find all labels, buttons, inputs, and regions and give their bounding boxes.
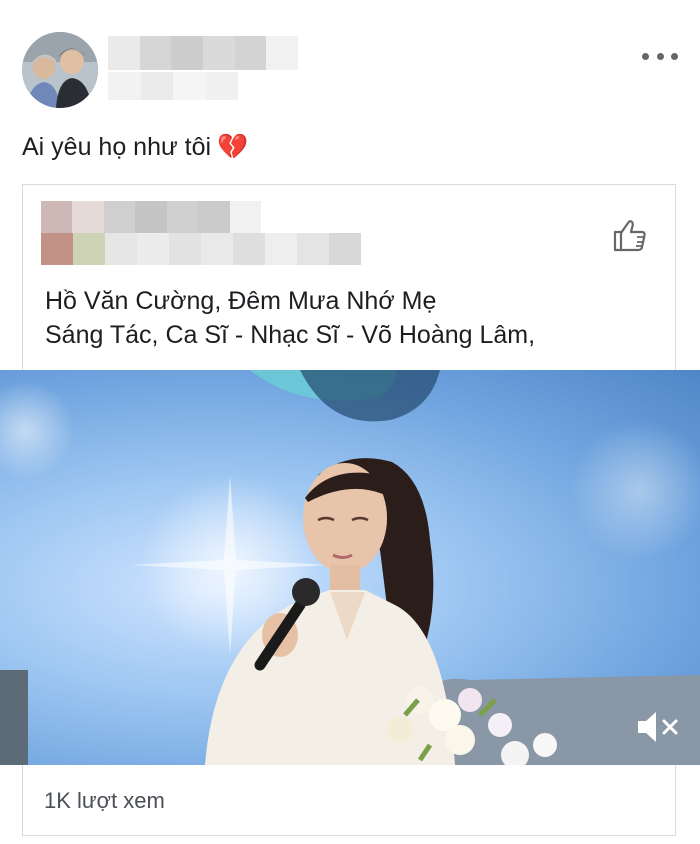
shared-text-line-2: Sáng Tác, Ca Sĩ - Nhạc Sĩ - Võ Hoàng Lâm… — [45, 321, 536, 349]
post-meta-blurred — [108, 72, 238, 100]
like-button[interactable] — [609, 215, 649, 255]
post-header — [0, 0, 700, 115]
caption-text: Ai yêu họ như tôi — [22, 133, 212, 161]
more-options-button[interactable] — [642, 44, 678, 68]
author-name-blurred — [108, 36, 298, 70]
speaker-muted-icon — [638, 712, 678, 742]
shared-author-blurred — [41, 201, 261, 233]
video-frame — [0, 370, 700, 765]
avatar[interactable] — [22, 32, 98, 108]
mute-toggle-button[interactable] — [634, 707, 684, 747]
avatar-image — [22, 32, 98, 108]
more-dots-icon — [642, 52, 649, 60]
view-count: 1K lượt xem — [44, 788, 165, 813]
video-player[interactable] — [0, 370, 700, 765]
shared-meta-blurred — [41, 233, 361, 265]
broken-heart-emoji: 💔 — [217, 133, 249, 161]
thumbs-up-icon — [613, 220, 646, 252]
post-caption: Ai yêu họ như tôi 💔 — [22, 130, 248, 164]
shared-text-line-1: Hồ Văn Cường, Đêm Mưa Nhớ Mẹ — [45, 287, 437, 315]
